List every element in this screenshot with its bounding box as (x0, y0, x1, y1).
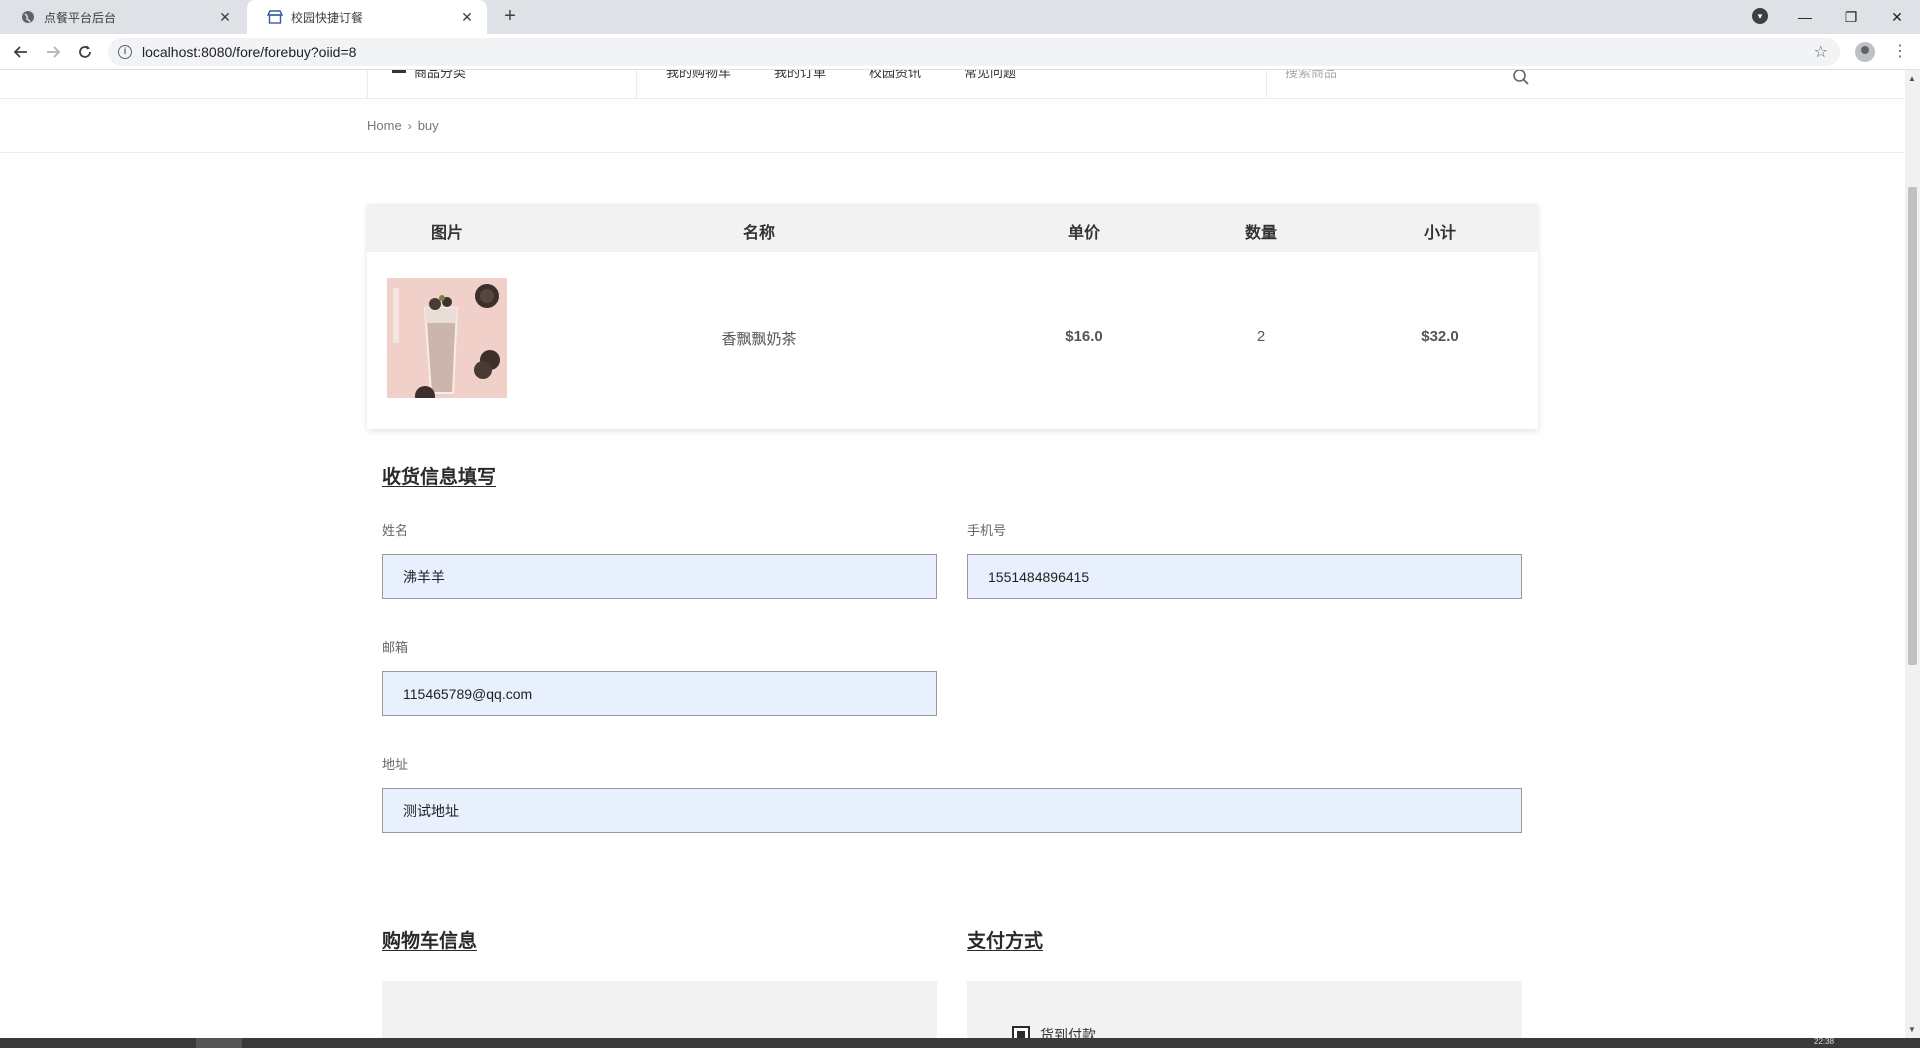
url-text: localhost:8080/fore/forebuy?oiid=8 (142, 44, 357, 60)
column-header-subtotal: 小计 (1423, 225, 1457, 242)
unit-price: $16.0 (1065, 328, 1103, 345)
tab-title: 点餐平台后台 (44, 10, 117, 25)
nav-link-orders[interactable]: 我的订单 (774, 70, 826, 81)
payment-option-label: 货到付款 (1040, 1027, 1096, 1038)
breadcrumb: Home › buy (367, 118, 439, 133)
search-icon[interactable] (1512, 70, 1530, 86)
cart-info-panel (382, 981, 937, 1038)
restore-button[interactable]: ❐ (1828, 2, 1874, 32)
quantity-value: 2 (1256, 328, 1266, 345)
globe-icon (20, 9, 36, 25)
site-header: 商品分类 我的购物车 我的订单 校园资讯 常见问题 搜索商品 (0, 70, 1905, 99)
scrollbar-thumb[interactable] (1908, 187, 1917, 665)
column-header-unit-price: 单价 (1067, 225, 1101, 242)
email-field[interactable] (382, 671, 937, 716)
phone-field[interactable] (967, 554, 1522, 599)
close-window-button[interactable]: ✕ (1874, 2, 1920, 32)
bookmark-star-icon[interactable]: ☆ (1814, 42, 1828, 62)
column-header-name: 名称 (742, 225, 776, 242)
order-table: 图片 名称 单价 数量 小计 香飘飘奶茶 $16.0 2 $32.0 (367, 204, 1538, 429)
product-image[interactable] (387, 278, 507, 398)
scroll-up-icon[interactable]: ▲ (1908, 74, 1916, 83)
taskbar-app-item[interactable] (196, 1038, 242, 1048)
tab-title: 校园快捷订餐 (291, 10, 364, 25)
menu-bars-icon (392, 70, 406, 73)
os-taskbar: 22:38 (0, 1037, 1920, 1048)
breadcrumb-current: buy (417, 118, 439, 133)
name-field[interactable] (382, 554, 937, 599)
nav-link-cart[interactable]: 我的购物车 (666, 70, 731, 81)
nav-link-faq[interactable]: 常见问题 (964, 70, 1016, 81)
breadcrumb-separator-icon: › (407, 118, 412, 133)
menu-kebab-icon[interactable]: ⋮ (1892, 42, 1908, 62)
payment-checkbox[interactable] (1012, 1026, 1030, 1038)
payment-option-cod[interactable]: 货到付款 (1012, 1025, 1096, 1038)
phone-label: 手机号 (967, 523, 1007, 538)
header-divider (367, 70, 368, 99)
site-info-icon[interactable]: i (118, 45, 132, 59)
browser-tab-campus-order[interactable]: 校园快捷订餐 ✕ (247, 0, 487, 34)
category-menu[interactable]: 商品分类 (392, 70, 466, 81)
header-divider (636, 70, 637, 99)
back-arrow-icon[interactable] (8, 39, 34, 65)
name-label: 姓名 (382, 523, 409, 538)
browser-tab-admin[interactable]: 点餐平台后台 ✕ (0, 0, 245, 34)
window-controls: — ❐ ✕ (1782, 0, 1920, 34)
payment-method-title: 支付方式 (967, 931, 1044, 952)
address-field[interactable] (382, 788, 1522, 833)
new-tab-button[interactable]: + (498, 5, 522, 29)
category-menu-label: 商品分类 (414, 70, 467, 80)
breadcrumb-divider (0, 152, 1905, 153)
email-label: 邮箱 (382, 640, 409, 655)
taskbar-clock: 22:38 (1814, 1037, 1835, 1046)
subtotal-value: $32.0 (1421, 328, 1459, 345)
nav-link-news[interactable]: 校园资讯 (869, 70, 921, 81)
product-name[interactable]: 香飘飘奶茶 (721, 328, 796, 349)
header-divider (1266, 70, 1267, 99)
browser-tab-strip: 点餐平台后台 ✕ 校园快捷订餐 ✕ + ▾ — ❐ ✕ (0, 0, 1920, 34)
search-input[interactable]: 搜索商品 (1285, 70, 1337, 81)
order-table-header: 图片 名称 单价 数量 小计 (367, 204, 1538, 252)
page-scrollbar[interactable]: ▲ ▼ (1905, 70, 1920, 1038)
store-icon (267, 9, 283, 25)
profile-avatar-icon[interactable] (1855, 42, 1875, 62)
column-header-quantity: 数量 (1244, 225, 1278, 242)
page-viewport: 商品分类 我的购物车 我的订单 校园资讯 常见问题 搜索商品 Home › bu… (0, 70, 1905, 1038)
address-label: 地址 (382, 757, 409, 772)
breadcrumb-home-link[interactable]: Home (367, 118, 402, 133)
cart-info-title: 购物车信息 (382, 931, 478, 952)
forward-arrow-icon[interactable] (40, 39, 66, 65)
scroll-down-icon[interactable]: ▼ (1908, 1025, 1916, 1034)
reload-icon[interactable] (72, 39, 98, 65)
minimize-button[interactable]: — (1782, 2, 1828, 32)
tab-search-icon[interactable]: ▾ (1752, 8, 1768, 24)
browser-toolbar: i localhost:8080/fore/forebuy?oiid=8 ☆ ⋮ (0, 34, 1920, 70)
close-tab-icon[interactable]: ✕ (217, 9, 233, 25)
column-header-image: 图片 (430, 225, 464, 242)
close-tab-icon[interactable]: ✕ (459, 9, 475, 25)
shipping-form-title: 收货信息填写 (382, 467, 497, 488)
address-bar[interactable]: i localhost:8080/fore/forebuy?oiid=8 ☆ (108, 38, 1840, 66)
